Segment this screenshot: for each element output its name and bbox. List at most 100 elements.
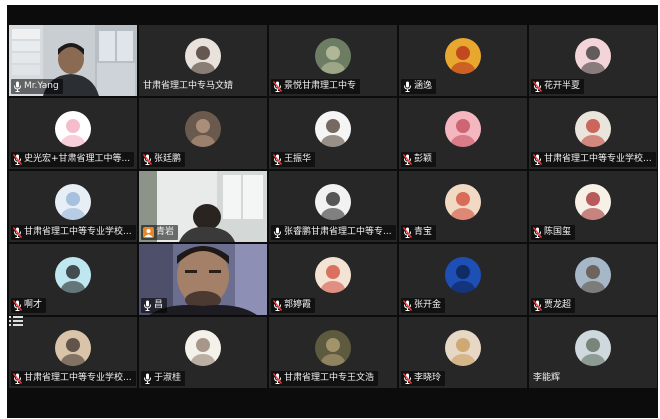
participant-tile[interactable]: 彭颖 <box>399 98 527 169</box>
participant-name-bar: 青岩 <box>141 225 179 240</box>
participant-name: 陈国玺 <box>544 227 572 237</box>
avatar <box>55 257 91 293</box>
participant-name-bar: 于淑桂 <box>141 371 186 386</box>
participant-name: 青宝 <box>414 227 433 237</box>
avatar <box>445 184 481 220</box>
participant-name: 啊才 <box>24 300 43 310</box>
participant-name: 景悦甘肃理工中专 <box>284 81 357 91</box>
avatar <box>315 184 351 220</box>
avatar <box>185 330 221 366</box>
participant-name-bar: 李能辉 <box>531 371 564 386</box>
participant-tile[interactable]: 贾龙超 <box>529 244 657 315</box>
participant-tile[interactable]: 花开半夏 <box>529 25 657 96</box>
mic-muted-icon <box>273 81 282 92</box>
participant-name: 花开半夏 <box>544 81 581 91</box>
avatar <box>55 111 91 147</box>
participant-name: 于淑桂 <box>154 373 182 383</box>
mic-muted-icon <box>533 300 542 311</box>
participant-tile[interactable]: 张睿鹏甘肃省理工中等专... <box>269 171 397 242</box>
participant-tile[interactable]: 昌 <box>139 244 267 315</box>
mic-muted-icon <box>13 227 22 238</box>
participant-name-bar: 甘肃省理工中等专业学校... <box>11 225 136 240</box>
participant-tile[interactable]: 啊才 <box>9 244 137 315</box>
participant-tile[interactable]: 涵逸 <box>399 25 527 96</box>
mic-muted-icon <box>403 227 412 238</box>
mic-muted-icon <box>533 227 542 238</box>
participant-name-bar: 郭婷霞 <box>271 298 316 313</box>
list-icon[interactable] <box>9 315 23 327</box>
participant-name-bar: 张睿鹏甘肃省理工中等专... <box>271 225 396 240</box>
participant-name: Mr.Yang <box>24 81 59 91</box>
participant-tile[interactable]: 甘肃省理工中专马文婧 <box>139 25 267 96</box>
participant-name: 彭颖 <box>414 154 433 164</box>
mic-muted-icon <box>533 154 542 165</box>
participant-name-bar: 甘肃省理工中等专业学校... <box>11 371 136 386</box>
participant-tile[interactable]: Mr.Yang <box>9 25 137 96</box>
participant-name: 李能辉 <box>533 373 561 383</box>
avatar <box>315 111 351 147</box>
participant-tile[interactable]: 甘肃省理工中等专业学校... <box>529 98 657 169</box>
participant-name: 涵逸 <box>414 81 433 91</box>
participant-tile[interactable]: 青宝 <box>399 171 527 242</box>
participant-tile[interactable]: 郭婷霞 <box>269 244 397 315</box>
participant-tile[interactable]: 景悦甘肃理工中专 <box>269 25 397 96</box>
participant-name: 贾龙超 <box>544 300 572 310</box>
mic-muted-icon <box>143 154 152 165</box>
participant-name-bar: 甘肃省理工中等专业学校... <box>531 152 656 167</box>
participant-tile[interactable]: 张开金 <box>399 244 527 315</box>
mic-muted-icon <box>403 154 412 165</box>
avatar <box>445 257 481 293</box>
participant-name-bar: 甘肃省理工中专王文浩 <box>271 371 379 386</box>
participant-name-bar: 景悦甘肃理工中专 <box>271 79 361 94</box>
mic-muted-icon <box>13 154 22 165</box>
participant-name-bar: 张廷鹏 <box>141 152 186 167</box>
avatar <box>575 330 611 366</box>
person-badge-icon <box>143 227 154 238</box>
mic-muted-icon <box>273 373 282 384</box>
participant-tile[interactable]: 甘肃省理工中等专业学校... <box>9 171 137 242</box>
mic-muted-icon <box>533 81 542 92</box>
participant-name-bar: 彭颖 <box>401 152 437 167</box>
meeting-window: Mr.Yang 甘肃省理工中专马文婧 景悦甘肃理工中专 涵逸 花开半夏史光宏+甘肃省理工… <box>7 5 658 418</box>
avatar <box>445 38 481 74</box>
avatar <box>575 257 611 293</box>
mic-muted-icon <box>13 373 22 384</box>
avatar <box>185 38 221 74</box>
participant-tile[interactable]: 李能辉 <box>529 317 657 388</box>
participant-name-bar: 陈国玺 <box>531 225 576 240</box>
avatar <box>55 330 91 366</box>
mic-icon <box>274 227 281 238</box>
participant-name: 甘肃省理工中等专业学校... <box>24 227 132 237</box>
mic-icon <box>14 81 21 92</box>
mic-muted-icon <box>403 300 412 311</box>
participant-name: 郭婷霞 <box>284 300 312 310</box>
participant-tile[interactable]: 史光宏+甘肃省理工中等... <box>9 98 137 169</box>
participant-name: 甘肃省理工中专马文婧 <box>143 81 234 91</box>
participant-tile[interactable]: 于淑桂 <box>139 317 267 388</box>
participant-tile[interactable]: 张廷鹏 <box>139 98 267 169</box>
participant-name: 张廷鹏 <box>154 154 182 164</box>
avatar <box>445 111 481 147</box>
participant-name: 青岩 <box>156 227 175 237</box>
participant-name: 史光宏+甘肃省理工中等... <box>24 154 131 164</box>
participant-name-bar: 啊才 <box>11 298 47 313</box>
participant-tile[interactable]: 李晓玲 <box>399 317 527 388</box>
participant-tile[interactable]: 陈国玺 <box>529 171 657 242</box>
participant-name: 昌 <box>154 300 164 310</box>
participant-name: 李晓玲 <box>414 373 442 383</box>
participant-tile[interactable]: 王振华 <box>269 98 397 169</box>
participant-name: 甘肃省理工中等专业学校... <box>24 373 132 383</box>
participant-name-bar: Mr.Yang <box>11 79 63 94</box>
participant-name-bar: 李晓玲 <box>401 371 446 386</box>
participant-name-bar: 昌 <box>141 298 168 313</box>
participant-name-bar: 贾龙超 <box>531 298 576 313</box>
participant-tile[interactable]: 青岩 <box>139 171 267 242</box>
participant-name: 张开金 <box>414 300 442 310</box>
participant-name-bar: 王振华 <box>271 152 316 167</box>
mic-muted-icon <box>273 300 282 311</box>
participant-tile[interactable]: 甘肃省理工中等专业学校... <box>9 317 137 388</box>
participant-name: 甘肃省理工中等专业学校... <box>544 154 652 164</box>
participant-tile[interactable]: 甘肃省理工中专王文浩 <box>269 317 397 388</box>
mic-icon <box>144 373 151 384</box>
participant-name: 王振华 <box>284 154 312 164</box>
